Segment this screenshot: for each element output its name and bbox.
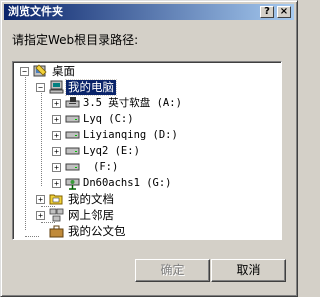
title-bar[interactable]: 浏览文件夹 ? × bbox=[4, 4, 294, 20]
tree-item-label: 我的公文包 bbox=[68, 224, 126, 238]
tree-item-label: Lyq2 (E:) bbox=[83, 145, 140, 157]
expand-toggle[interactable]: + bbox=[52, 115, 61, 124]
tree-line bbox=[25, 74, 27, 230]
documents-folder-icon bbox=[49, 194, 63, 205]
folder-tree[interactable]: − 桌面 − 我的电脑 + 3.5 英寸软盘 (A:) + Lyq (C:) +… bbox=[12, 61, 282, 240]
expand-toggle[interactable]: + bbox=[36, 211, 45, 220]
tree-item-label: 我的电脑 bbox=[65, 79, 117, 96]
expand-toggle[interactable]: + bbox=[52, 147, 61, 156]
tree-item-label: Lyq (C:) bbox=[83, 113, 134, 125]
window-title: 浏览文件夹 bbox=[8, 5, 63, 18]
collapse-toggle[interactable]: − bbox=[20, 67, 29, 76]
close-button[interactable]: × bbox=[277, 6, 291, 18]
collapse-toggle[interactable]: − bbox=[36, 83, 45, 92]
browse-folder-dialog: 浏览文件夹 ? × 请指定Web根目录路径: − 桌面 − 我的电脑 + 3.5… bbox=[0, 0, 298, 297]
tree-item-label: (F:) bbox=[93, 161, 119, 173]
expand-toggle[interactable]: + bbox=[52, 179, 61, 188]
network-drive-icon bbox=[65, 178, 80, 190]
cancel-button[interactable]: 取消 bbox=[211, 259, 286, 282]
tree-line bbox=[41, 90, 43, 186]
hard-drive-icon bbox=[65, 163, 80, 171]
tree-item-label: 3.5 英寸软盘 (A:) bbox=[83, 97, 182, 109]
network-icon bbox=[49, 208, 64, 222]
tree-item-label: 我的文档 bbox=[68, 192, 114, 206]
tree-line bbox=[25, 236, 39, 238]
tree-item-label: 桌面 bbox=[52, 64, 75, 78]
ok-button[interactable]: 确定 bbox=[135, 259, 210, 282]
tree-item-label: Dn60achs1 (G:) bbox=[83, 177, 172, 189]
desktop-icon bbox=[33, 64, 47, 77]
prompt-label: 请指定Web根目录路径: bbox=[12, 33, 139, 47]
hard-drive-icon bbox=[65, 131, 80, 139]
expand-toggle[interactable]: + bbox=[52, 99, 61, 108]
computer-icon bbox=[49, 80, 64, 94]
expand-toggle[interactable]: + bbox=[52, 131, 61, 140]
tree-item-label: 网上邻居 bbox=[68, 208, 114, 222]
expand-toggle[interactable]: + bbox=[52, 163, 61, 172]
tree-item-label: Liyianqing (D:) bbox=[83, 129, 178, 141]
help-button[interactable]: ? bbox=[260, 6, 274, 18]
hard-drive-icon bbox=[65, 147, 80, 155]
expand-toggle[interactable]: + bbox=[36, 195, 45, 204]
floppy-drive-icon bbox=[65, 97, 80, 108]
hard-drive-icon bbox=[65, 115, 80, 123]
briefcase-icon bbox=[49, 225, 64, 238]
